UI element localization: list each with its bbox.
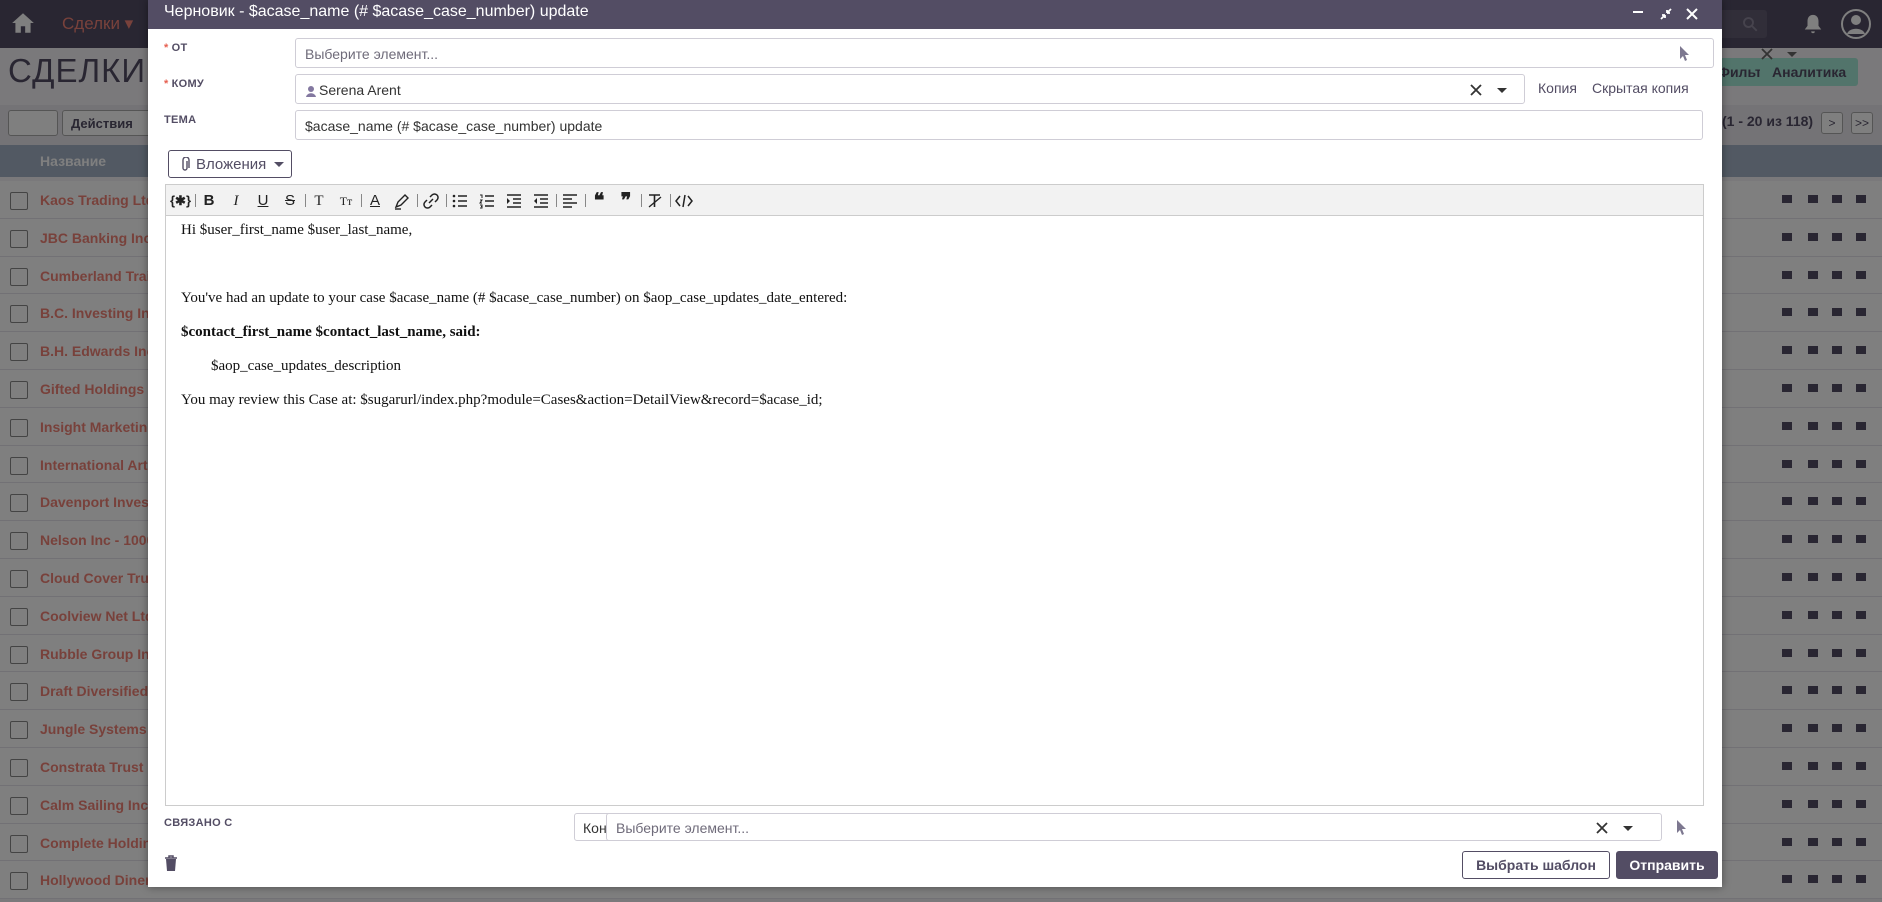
clear-icon[interactable] [1468,82,1484,98]
blockquote-button[interactable]: ❝ [589,191,609,211]
body-line-review: You may review this Case at: $sugarurl/i… [181,392,823,408]
font-size-button[interactable]: Tт [336,191,356,211]
font-family-button[interactable]: T [309,191,329,211]
to-recipient[interactable]: Serena Arent [319,82,401,98]
chevron-down-icon[interactable] [1620,820,1636,836]
body-line-update: You've had an update to your case $acase… [181,290,848,306]
link-icon[interactable] [421,191,441,211]
insert-variable-button[interactable]: {✱} [170,191,191,211]
italic-button[interactable]: I [226,191,246,211]
clear-icon[interactable] [1594,820,1610,836]
bold-button[interactable]: B [199,191,219,211]
strikethrough-button[interactable]: S [280,191,300,211]
contact-person-icon [306,86,316,97]
email-body-editor[interactable]: {✱} B I U S T Tт A ❝ ❞ Hi $user_first_na… [165,184,1704,806]
highlight-icon[interactable] [392,191,412,211]
bullet-list-icon[interactable] [450,191,470,211]
select-pointer-icon[interactable] [1676,44,1694,62]
align-icon[interactable] [560,191,580,211]
toolbar-separator [446,194,447,207]
body-line-description: $aop_case_updates_description [211,358,401,374]
trash-icon[interactable] [163,854,179,872]
select-pointer-icon[interactable] [1673,818,1691,836]
text-color-button[interactable]: A [365,191,385,211]
outdent-icon[interactable] [531,191,551,211]
caret-down-icon [274,162,284,167]
bcc-link[interactable]: Скрытая копия [1592,80,1689,96]
clear-format-icon[interactable] [645,191,665,211]
modal-title: Черновик - $acase_name (# $acase_case_nu… [164,3,589,20]
body-line-said: $contact_first_name $contact_last_name, … [181,324,481,340]
toolbar-separator [195,194,196,207]
toolbar-separator [361,194,362,207]
quote-button[interactable]: ❞ [616,191,636,211]
from-placeholder: Выберите элемент... [305,46,439,62]
to-label-text: КОМУ [171,78,205,90]
toolbar-separator [585,194,586,207]
cc-link[interactable]: Копия [1538,80,1577,96]
indent-icon[interactable] [504,191,524,211]
to-label: * КОМУ [164,78,205,90]
related-placeholder: Выберите элемент... [616,820,750,836]
underline-button[interactable]: U [253,191,273,211]
attachments-label: Вложения [196,156,267,173]
chevron-down-icon[interactable] [1784,46,1800,62]
from-field[interactable]: Выберите элемент... [295,38,1797,68]
numbered-list-icon[interactable] [477,191,497,211]
toolbar-separator [641,194,642,207]
toolbar-separator [417,194,418,207]
modal-header: Черновик - $acase_name (# $acase_case_nu… [148,0,1722,29]
from-label: * ОТ [164,42,188,54]
toolbar-separator [556,194,557,207]
toolbar-separator [305,194,306,207]
related-label: СВЯЗАНО С [164,817,233,829]
paperclip-icon [182,157,190,171]
subject-label: ТЕМА [164,114,197,126]
send-button[interactable]: Отправить [1616,851,1718,879]
subject-value: $acase_name (# $acase_case_number) updat… [305,118,603,134]
from-label-text: ОТ [171,42,188,54]
attachments-button[interactable]: Вложения [168,150,292,178]
chevron-down-icon[interactable] [1494,82,1510,98]
editor-toolbar: {✱} B I U S T Tт A ❝ ❞ [166,185,1703,216]
select-template-button[interactable]: Выбрать шаблон [1462,851,1610,879]
to-field[interactable]: Serena Arent [295,74,1525,104]
close-icon[interactable] [1682,4,1702,24]
related-record-field[interactable]: Выберите элемент... [606,813,1662,841]
toolbar-separator [670,194,671,207]
source-code-icon[interactable] [674,191,694,211]
body-greeting: Hi $user_first_name $user_last_name, [181,222,413,238]
minimize-icon[interactable] [1628,4,1648,24]
restore-icon[interactable] [1656,4,1676,24]
compose-email-modal: Черновик - $acase_name (# $acase_case_nu… [148,0,1797,887]
subject-input[interactable]: $acase_name (# $acase_case_number) updat… [295,110,1703,140]
clear-icon[interactable] [1759,46,1775,62]
